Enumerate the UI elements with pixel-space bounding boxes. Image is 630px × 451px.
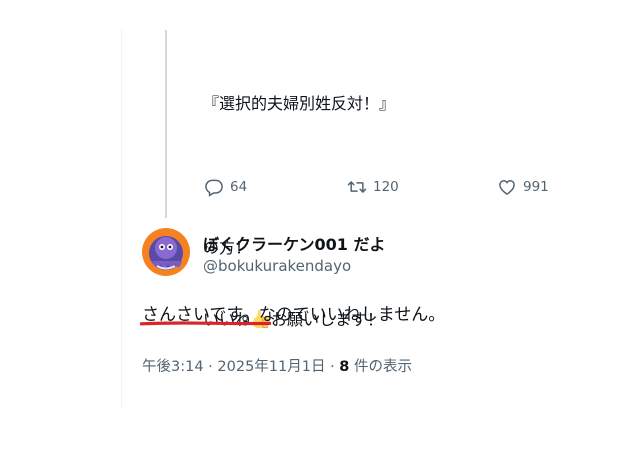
like-count: 991 [523, 179, 549, 195]
author-name[interactable]: ぼくクラーケン001 だよ [203, 231, 386, 255]
meta-separator: · [325, 359, 340, 375]
heart-icon [499, 180, 515, 195]
reply-icon [205, 179, 223, 197]
reply-button[interactable]: 64 [204, 177, 247, 197]
avatar[interactable] [142, 228, 190, 276]
tweet-date[interactable]: 2025年11月1日 [217, 359, 325, 375]
reply-text-rest: 。なのでいいねしません。 [241, 305, 446, 325]
tweet-meta: 午後3:14 · 2025年11月1日 · 8 件の表示 [142, 355, 412, 376]
like-button[interactable]: 991 [497, 177, 549, 197]
kraken-avatar-icon [142, 228, 190, 276]
retweet-button[interactable]: 120 [347, 177, 399, 197]
retweet-count: 120 [373, 179, 399, 195]
red-underline-annotation [140, 321, 271, 326]
meta-separator: · [203, 359, 218, 375]
tweet-time[interactable]: 午後3:14 [142, 359, 204, 375]
views-count: 8 [339, 359, 350, 375]
retweet-icon [347, 181, 367, 193]
reply-count: 64 [230, 179, 248, 195]
parent-tweet-line: 『選択的夫婦別姓反対！』 [203, 94, 396, 113]
views-label: 件の表示 [349, 359, 412, 375]
column-border [121, 30, 122, 408]
tweet-actions: 64 120 991 [0, 177, 630, 197]
author-handle[interactable]: @bokukurakendayo [203, 257, 351, 275]
